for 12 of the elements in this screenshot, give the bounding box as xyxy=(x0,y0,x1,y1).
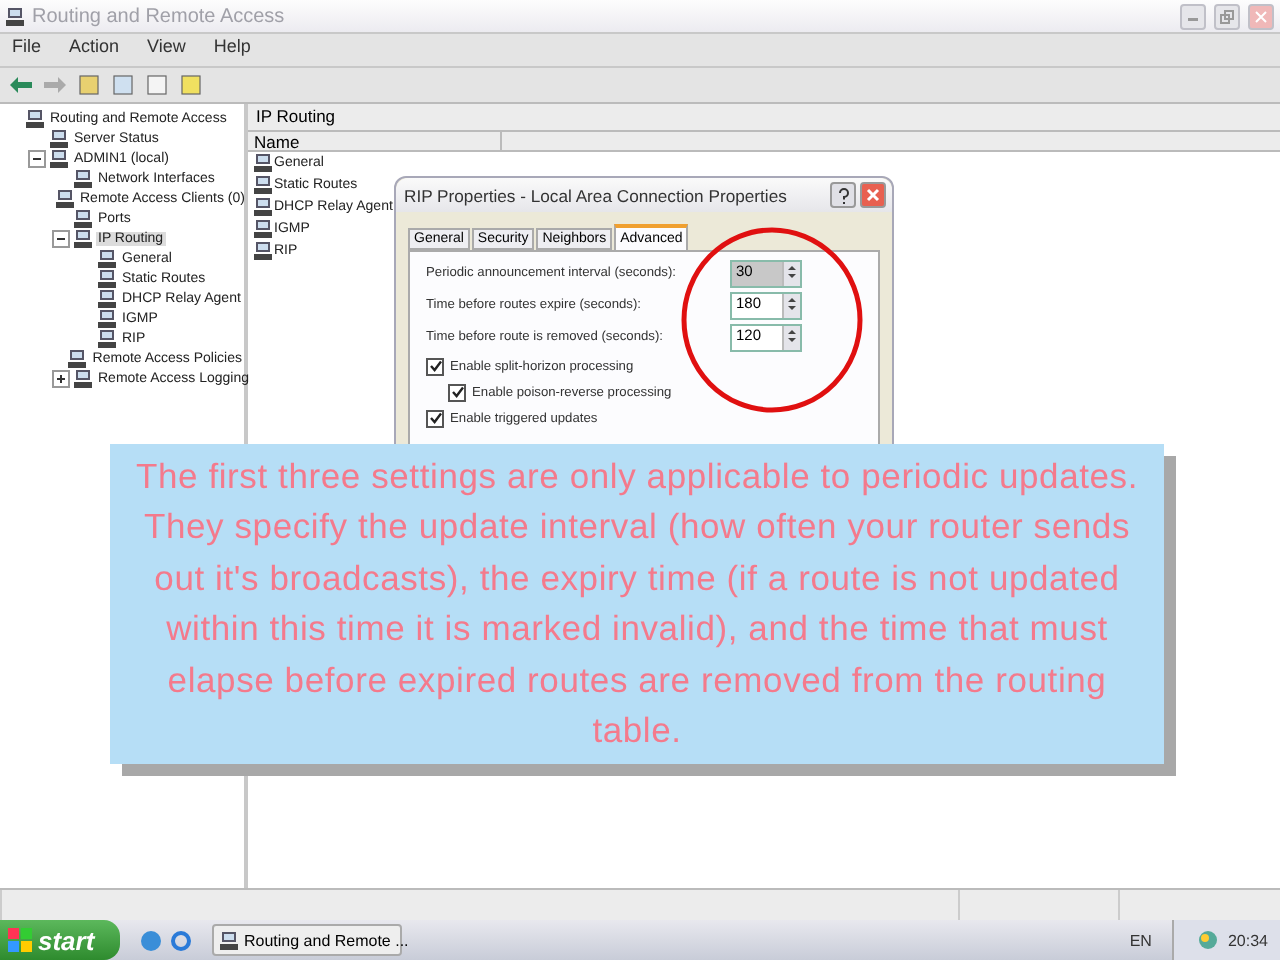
menu-item[interactable]: View xyxy=(147,36,186,64)
language-indicator[interactable]: EN xyxy=(1109,931,1172,949)
menu-item[interactable]: File xyxy=(12,36,42,64)
window-title: Routing and Remote Access xyxy=(32,5,287,27)
pane-title: IP Routing xyxy=(248,104,1280,132)
menu-item[interactable]: Action xyxy=(69,36,120,64)
clock: 20:34 xyxy=(1227,931,1268,949)
menu-item[interactable]: Help xyxy=(213,36,251,64)
taskbar-button[interactable]: Routing and Remote ... xyxy=(212,924,402,956)
callout-text: The first three settings are only applicable to periodic updates. They specify the update interval (how often your router sends out it's broadcasts), the expiry time (if a route is not updated within this time it is marked invalid), and the time that must elapse before expired routes are removed from the routing table. xyxy=(133,453,1141,754)
dialog-title: RIP Properties - Local Area Connection Properties xyxy=(404,185,789,205)
column-header[interactable]: Name xyxy=(248,132,502,152)
